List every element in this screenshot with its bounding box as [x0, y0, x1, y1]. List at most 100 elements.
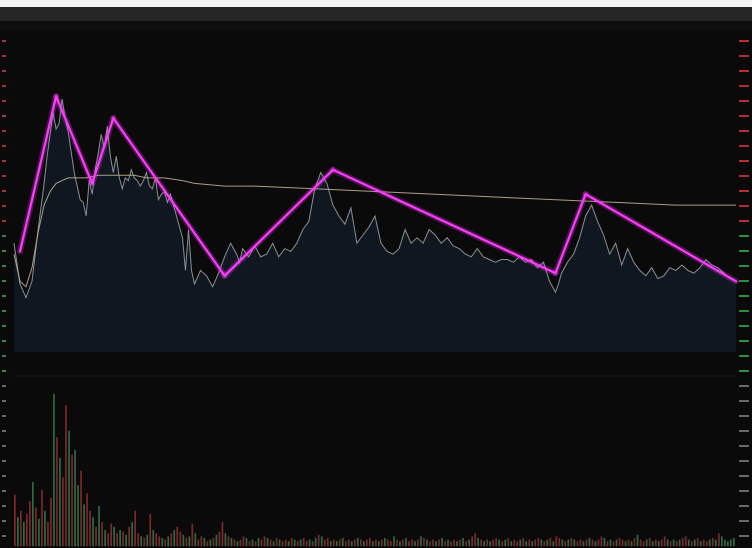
volume-bar [344, 541, 347, 546]
volume-bar [227, 536, 230, 546]
left-axis-tick [2, 160, 6, 162]
volume-bar [158, 536, 161, 546]
left-axis-tick [2, 280, 6, 282]
volume-bar [212, 538, 215, 546]
volume-bar [528, 539, 531, 546]
volume-bar [672, 539, 675, 546]
left-axis-tick [2, 490, 6, 492]
left-axis-tick [2, 370, 6, 372]
volume-bar [621, 539, 624, 546]
volume-bar [284, 539, 287, 546]
left-axis-tick [2, 400, 6, 402]
volume-bar [83, 504, 85, 546]
volume-bar [702, 539, 705, 546]
volume-bar [534, 539, 537, 546]
right-axis-tick [739, 430, 749, 432]
volume-bar [519, 539, 522, 546]
volume-bar [203, 538, 206, 546]
volume-bar [257, 538, 260, 546]
right-axis-tick [739, 280, 749, 282]
volume-bar [360, 539, 362, 546]
volume-bar [29, 501, 31, 546]
volume-bar [648, 538, 651, 546]
volume-bar [323, 539, 326, 546]
volume-bar [405, 538, 407, 546]
volume-bar [35, 507, 37, 546]
left-axis-tick [2, 250, 6, 252]
volume-bar [414, 541, 416, 546]
right-axis-tick [739, 325, 749, 327]
volume-bar [477, 538, 479, 546]
volume-bar [444, 541, 446, 546]
volume-bar [74, 450, 76, 546]
left-axis-tick [2, 505, 6, 507]
volume-bar [86, 493, 88, 546]
volume-bar [317, 534, 320, 546]
volume-bar [705, 541, 708, 546]
volume-bar [233, 539, 236, 546]
volume-bar [194, 533, 197, 546]
volume-bar [104, 530, 106, 546]
intraday-chart[interactable] [0, 0, 752, 548]
volume-bar [612, 541, 615, 546]
volume-bar [552, 541, 555, 546]
right-axis-tick [739, 115, 749, 117]
left-axis-tick [2, 205, 6, 207]
volume-bar [305, 541, 308, 546]
volume-bar [441, 538, 443, 546]
right-axis-tick [739, 490, 749, 492]
volume-bar [125, 534, 127, 546]
volume-bar [492, 539, 494, 546]
volume-bar [188, 536, 191, 546]
volume-bar [224, 533, 227, 546]
volume-bar [77, 485, 79, 546]
volume-bar [429, 541, 431, 546]
volume-bar [38, 518, 40, 546]
volume-bar [236, 541, 239, 546]
volume-bar [423, 538, 425, 546]
right-axis-tick [739, 175, 749, 177]
volume-bar [320, 536, 323, 546]
volume-bar [660, 539, 663, 546]
volume-bar [218, 531, 221, 546]
left-axis-tick [2, 430, 6, 432]
volume-bar [332, 539, 335, 546]
left-axis-tick [2, 100, 6, 102]
volume-bar [585, 539, 588, 546]
left-axis-tick [2, 475, 6, 477]
volume-bar [20, 510, 22, 546]
volume-bar [636, 534, 639, 546]
right-axis-tick [739, 535, 749, 537]
volume-bar [426, 539, 428, 546]
volume-bar [573, 539, 576, 546]
volume-bar [420, 536, 422, 546]
volume-bar [239, 539, 242, 546]
volume-bar [59, 458, 61, 546]
left-axis-tick [2, 70, 6, 72]
volume-bar [308, 539, 311, 546]
volume-bar [435, 541, 437, 546]
right-axis-tick [739, 250, 749, 252]
left-axis-tick [2, 115, 6, 117]
volume-bar [80, 470, 82, 546]
volume-bar [600, 536, 603, 546]
volume-bar [724, 539, 726, 546]
volume-bar [101, 522, 103, 546]
volume-bar [531, 541, 534, 546]
volume-bar [302, 538, 305, 546]
volume-bar [384, 538, 386, 546]
volume-bar [711, 538, 714, 546]
volume-bar [176, 526, 179, 546]
volume-bar [116, 533, 118, 546]
volume-bar [432, 539, 434, 546]
volume-bar [92, 517, 94, 546]
volume-bar [555, 536, 558, 546]
volume-bar [14, 494, 16, 546]
volume-bar [350, 541, 353, 546]
left-axis-tick [2, 325, 6, 327]
volume-bar [50, 498, 52, 546]
right-axis-tick [739, 190, 749, 192]
volume-bar [564, 541, 567, 546]
volume-bar [730, 539, 732, 546]
volume-bar [639, 539, 642, 546]
